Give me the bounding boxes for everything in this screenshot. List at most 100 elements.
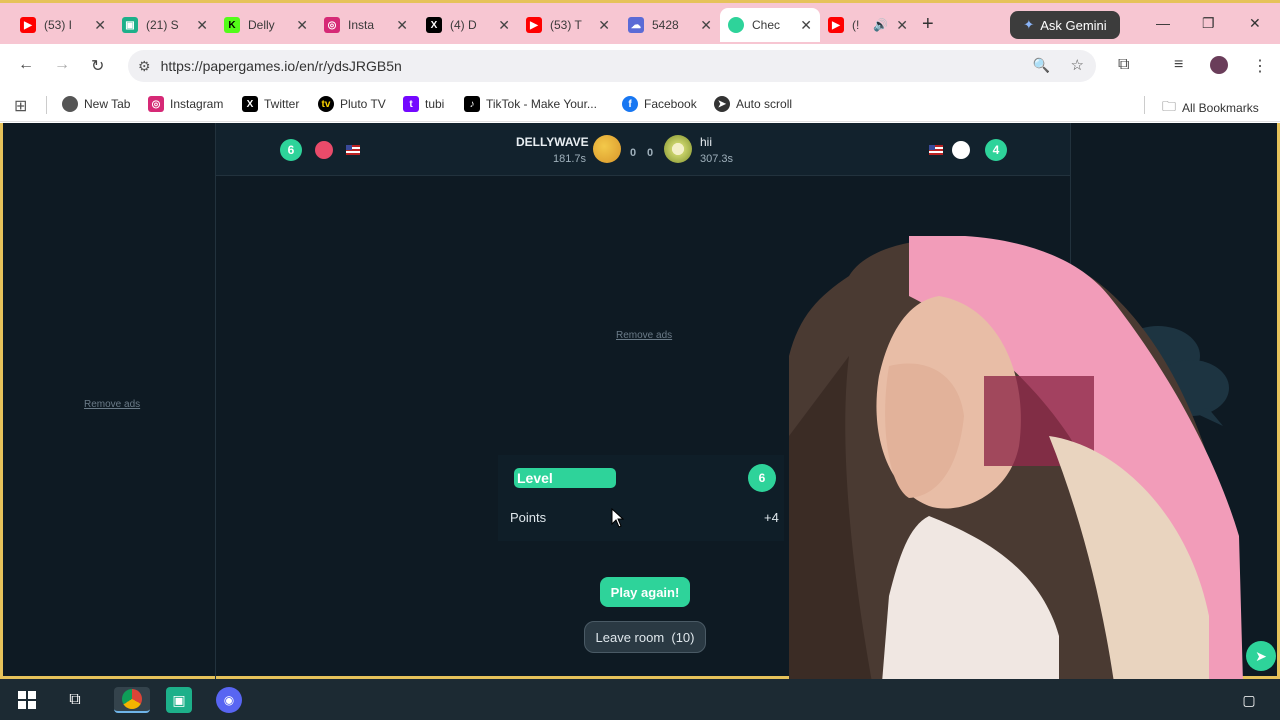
remove-ads-link[interactable]: Remove ads [84,399,140,410]
browser-tab[interactable]: ☁ 5428 ✕ [620,8,720,42]
divider [1144,96,1145,114]
bookmark-new-tab[interactable]: New Tab [62,96,130,112]
close-icon[interactable]: ✕ [700,17,712,34]
browser-tab[interactable]: X (4) D ✕ [418,8,518,42]
speaker-icon[interactable]: 🔊 [873,18,888,32]
tab-title: 5428 [652,18,679,32]
extensions-icon[interactable]: ⧉ [1118,56,1129,74]
new-tab-icon[interactable]: + [922,13,934,36]
level-label: Level [514,468,616,488]
webcam-overlay [789,236,1244,720]
browser-tab[interactable]: K Delly ✕ [216,8,316,42]
tab-title: Chec [752,18,781,32]
divider [46,96,47,114]
minimize-icon[interactable]: — [1156,15,1170,31]
close-icon[interactable]: ✕ [896,17,908,34]
bookmarks-bar: ⊞ New Tab ◎ Instagram X Twitter tv Pluto… [0,88,1280,122]
task-view-icon[interactable]: ⧉ [62,687,88,713]
tab-title: (21) S [146,18,179,32]
result-panel: Level 6 Points +4 [498,455,784,541]
taskbar: ⧉ ▣ ◉ ▢ [0,679,1280,720]
tab-title: (4) D [450,18,477,32]
game-header: 6 DELLYWAVE 181.7s 0 0 hii 307.3s 4 [216,123,1070,176]
ask-gemini-label: Ask Gemini [1040,17,1107,33]
apps-icon[interactable]: ⊞ [14,96,27,116]
folder-icon: 🗀 [1162,98,1176,114]
bookmark-label: Twitter [264,97,300,111]
browser-tab[interactable]: ▶ (! 🔊 ✕ [820,8,916,42]
bookmark-twitter[interactable]: X Twitter [242,96,299,112]
tiktok-icon: ♪ [464,96,480,112]
bookmark-label: Auto scroll [736,97,793,111]
app-taskbar-icon[interactable]: ▣ [166,687,192,713]
ghost-icon: ☁ [628,17,644,33]
left-player-color-indicator [315,141,333,159]
tab-title: Delly [248,18,275,32]
forward-icon[interactable]: → [54,56,70,74]
tubi-icon: t [403,96,419,112]
gemini-icon: ✦ [1023,17,1035,32]
browser-tab[interactable]: ▶ (53) I ✕ [12,8,114,42]
bookmark-tubi[interactable]: t tubi [403,96,444,112]
window-close-icon[interactable]: ✕ [1249,15,1261,32]
close-icon[interactable]: ✕ [598,17,610,34]
start-icon[interactable] [14,687,40,713]
auto-scroll-icon: ➤ [714,96,730,112]
us-flag-icon [346,145,360,155]
left-player-avatar [593,135,621,163]
facebook-icon: f [622,96,638,112]
twitch-like-icon: ▣ [122,17,138,33]
tab-strip: ▶ (53) I ✕ ▣ (21) S ✕ K Delly ✕ ◎ Insta … [0,0,1280,44]
close-icon[interactable]: ✕ [94,17,106,34]
left-player-score: 0 [630,147,637,159]
close-icon[interactable]: ✕ [800,17,812,34]
profile-avatar[interactable] [1210,56,1228,74]
all-bookmarks-label: All Bookmarks [1182,101,1259,115]
mouse-cursor-icon [611,508,625,528]
notifications-icon[interactable]: ▢ [1236,687,1262,713]
close-icon[interactable]: ✕ [396,17,408,34]
chrome-taskbar-icon[interactable] [114,687,150,713]
close-icon[interactable]: ✕ [296,17,308,34]
browser-tab-active[interactable]: Chec ✕ [720,8,820,42]
menu-icon[interactable]: ⋮ [1252,56,1268,76]
browser-tab[interactable]: ▣ (21) S ✕ [114,8,216,42]
bookmark-instagram[interactable]: ◎ Instagram [148,96,223,112]
send-icon[interactable]: ➤ [1246,641,1276,671]
bookmark-tiktok[interactable]: ♪ TikTok - Make Your... [464,96,597,112]
zoom-icon[interactable]: 🔍 [1033,57,1050,74]
remove-ads-link[interactable]: Remove ads [616,330,672,341]
right-player-level-badge: 4 [985,139,1007,161]
close-icon[interactable]: ✕ [498,17,510,34]
close-icon[interactable]: ✕ [196,17,208,34]
points-label: Points [510,510,547,525]
bookmark-label: Facebook [644,97,697,111]
points-value: +4 [764,510,779,525]
left-player-time: 181.7s [553,153,587,165]
tab-title: (! [852,18,860,32]
bookmark-pluto-tv[interactable]: tv Pluto TV [318,96,386,112]
right-player-score: 0 [647,147,654,159]
right-player-time: 307.3s [700,153,734,165]
restore-icon[interactable]: ❐ [1202,15,1215,32]
pluto-tv-icon: tv [318,96,334,112]
bookmark-auto-scroll[interactable]: ➤ Auto scroll [714,96,792,112]
leave-room-button[interactable]: Leave room (10) [584,621,706,653]
right-player-color-indicator [952,141,970,159]
bookmark-star-icon[interactable]: ☆ [1071,56,1084,74]
browser-tab[interactable]: ▶ (53) T ✕ [518,8,618,42]
ask-gemini-button[interactable]: ✦ Ask Gemini [1010,11,1120,39]
bookmark-facebook[interactable]: f Facebook [622,96,697,112]
reload-icon[interactable]: ↻ [91,56,104,76]
right-player-avatar [664,135,692,163]
x-icon: X [426,17,442,33]
address-bar[interactable]: ⚙ https://papergames.io/en/r/ydsJRGB5n 🔍… [128,50,1096,82]
play-again-button[interactable]: Play again! [600,577,690,607]
site-info-icon[interactable]: ⚙ [138,58,151,75]
browser-tab[interactable]: ◎ Insta ✕ [316,8,416,42]
discord-icon[interactable]: ◉ [216,687,242,713]
all-bookmarks[interactable]: 🗀 All Bookmarks [1162,96,1259,120]
url-text[interactable]: https://papergames.io/en/r/ydsJRGB5n [161,58,402,74]
back-icon[interactable]: ← [18,56,34,74]
media-controls-icon[interactable]: ≡ [1174,56,1183,74]
